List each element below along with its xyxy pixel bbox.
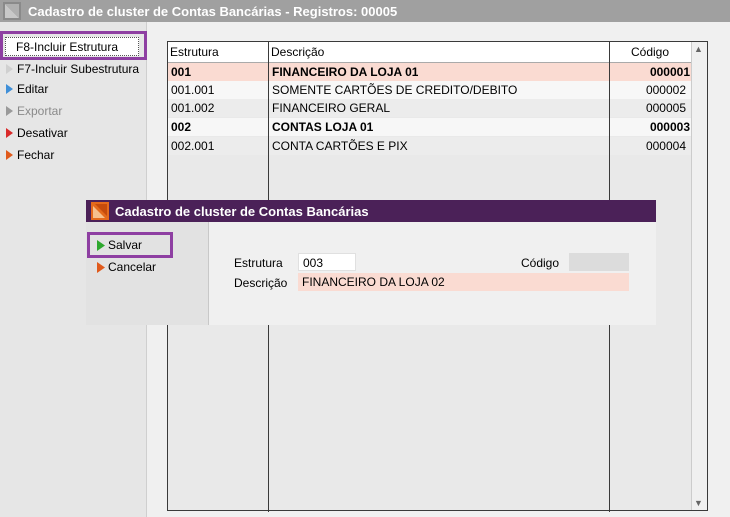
- app-logo-icon: [3, 2, 21, 20]
- table-row[interactable]: 001 FINANCEIRO DA LOJA 01 000001: [168, 63, 692, 81]
- cell-estrutura: 001.001: [171, 83, 215, 97]
- arrow-right-icon: [6, 106, 13, 116]
- codigo-label: Código: [521, 256, 560, 270]
- sidebar-item-incluir-subestrutura[interactable]: F7-Incluir Subestrutura: [4, 59, 142, 79]
- descricao-label: Descrição: [234, 276, 288, 290]
- dialog-title: Cadastro de cluster de Contas Bancárias: [115, 203, 369, 219]
- arrow-right-icon: [6, 84, 13, 94]
- sidebar-item-label: Fechar: [17, 148, 55, 162]
- table-row[interactable]: 001.001 SOMENTE CARTÕES DE CREDITO/DEBIT…: [168, 81, 692, 99]
- table-row[interactable]: 002.001 CONTA CARTÕES E PIX 000004: [168, 137, 692, 155]
- cancel-button[interactable]: Cancelar: [96, 258, 156, 276]
- estrutura-field[interactable]: 003: [298, 253, 356, 271]
- sidebar-item-label: Desativar: [17, 126, 68, 140]
- highlight-box: [0, 31, 147, 60]
- cell-descricao: FINANCEIRO DA LOJA 01: [272, 65, 419, 79]
- cell-estrutura: 001.002: [171, 101, 215, 115]
- cell-codigo: 000002: [645, 83, 686, 97]
- cell-descricao: FINANCEIRO GERAL: [272, 101, 391, 115]
- sidebar-item-exportar[interactable]: Exportar: [4, 101, 142, 121]
- column-header-codigo[interactable]: Código: [631, 42, 669, 62]
- edit-dialog: Cadastro de cluster de Contas Bancárias …: [86, 200, 656, 325]
- cell-descricao: SOMENTE CARTÕES DE CREDITO/DEBITO: [272, 83, 518, 97]
- descricao-field[interactable]: FINANCEIRO DA LOJA 02: [298, 273, 629, 291]
- sidebar-item-desativar[interactable]: Desativar: [4, 123, 142, 143]
- cell-estrutura: 002.001: [171, 139, 215, 153]
- arrow-right-icon: [6, 128, 13, 138]
- grid-header: Estrutura Descrição Código: [168, 42, 692, 63]
- cell-codigo: 000001: [649, 65, 690, 79]
- cell-codigo: 000005: [645, 101, 686, 115]
- sidebar-item-label: Exportar: [17, 104, 63, 118]
- scroll-down-icon[interactable]: ▼: [694, 498, 703, 508]
- table-row[interactable]: 001.002 FINANCEIRO GERAL 000005: [168, 99, 692, 117]
- column-header-estrutura[interactable]: Estrutura: [170, 42, 219, 62]
- app-logo-icon: [91, 202, 109, 220]
- arrow-right-icon: [6, 150, 13, 160]
- cell-estrutura: 001: [171, 65, 192, 79]
- codigo-field[interactable]: [569, 253, 629, 271]
- sidebar-item-label: F7-Incluir Subestrutura: [17, 62, 140, 76]
- cell-estrutura: 002: [171, 120, 192, 134]
- dialog-form: Estrutura 003 Código Descrição FINANCEIR…: [209, 222, 656, 325]
- highlight-box: [87, 232, 173, 258]
- cell-codigo: 000004: [645, 139, 686, 153]
- scroll-up-icon[interactable]: ▲: [694, 44, 703, 54]
- arrow-right-icon: [6, 64, 13, 74]
- estrutura-label: Estrutura: [234, 256, 283, 270]
- cell-descricao: CONTAS LOJA 01: [272, 120, 374, 134]
- window-title: Cadastro de cluster de Contas Bancárias …: [28, 3, 398, 19]
- column-header-descricao[interactable]: Descrição: [271, 42, 324, 62]
- cancel-button-label: Cancelar: [108, 260, 157, 274]
- cell-codigo: 000003: [649, 120, 690, 134]
- window-title-bar: Cadastro de cluster de Contas Bancárias …: [0, 0, 730, 22]
- vertical-scrollbar[interactable]: ▲ ▼: [691, 42, 707, 510]
- table-row[interactable]: 002 CONTAS LOJA 01 000003: [168, 118, 692, 136]
- sidebar-item-label: Editar: [17, 82, 49, 96]
- cell-descricao: CONTA CARTÕES E PIX: [272, 139, 408, 153]
- dialog-title-bar: Cadastro de cluster de Contas Bancárias: [86, 200, 656, 222]
- sidebar-item-editar[interactable]: Editar: [4, 79, 142, 99]
- sidebar-item-fechar[interactable]: Fechar: [4, 145, 142, 165]
- arrow-right-icon: [97, 261, 105, 273]
